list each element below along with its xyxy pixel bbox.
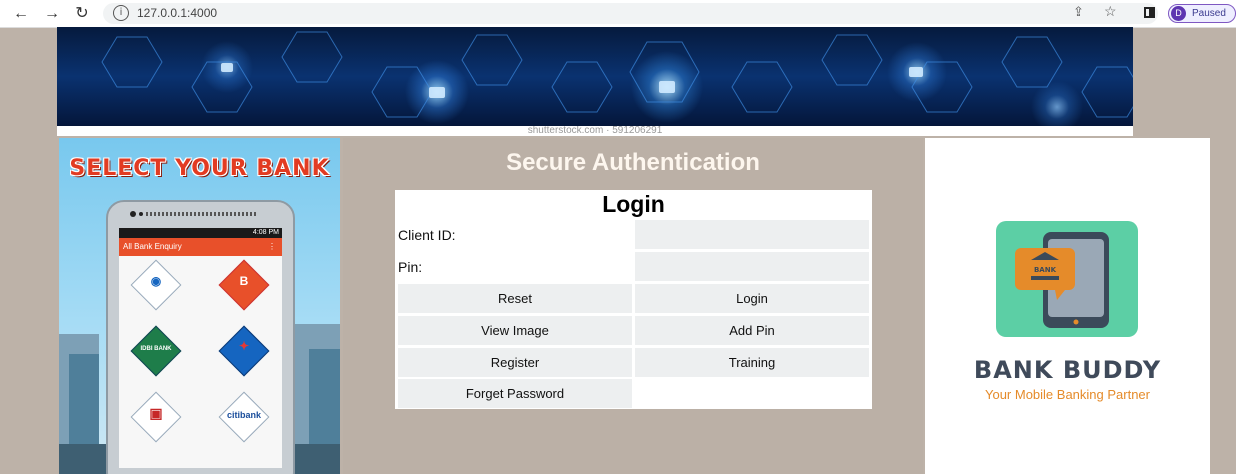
select-bank-promo: SELECT YOUR BANK 4:08 PM All Bank Enquir… [59, 138, 340, 474]
add-pin-button[interactable]: Add Pin [635, 316, 869, 345]
client-id-label: Client ID: [398, 227, 456, 243]
bank-sign-text: BANK [1034, 266, 1057, 274]
phone-status-bar: 4:08 PM [119, 228, 282, 238]
banner-watermark: shutterstock.com · 591206291 [57, 126, 1133, 136]
reset-button[interactable]: Reset [398, 284, 632, 313]
view-image-button[interactable]: View Image [398, 316, 632, 345]
bank-tile-central: ✦ [218, 325, 270, 377]
citibank-logo: citibank [226, 410, 261, 420]
bob-logo-icon: B [239, 274, 249, 288]
page-title: Secure Authentication [506, 149, 760, 176]
auth-section: Secure Authentication Login Client ID: P… [343, 138, 923, 474]
bank-tile-idbi: IDBI BANK [130, 325, 182, 377]
security-banner-image [57, 27, 1133, 126]
select-bank-headline: SELECT YOUR BANK [69, 156, 330, 181]
brand-tagline: Your Mobile Banking Partner [984, 387, 1150, 402]
camera-icon [130, 211, 136, 217]
login-form: Login Client ID: Pin: Reset Login View I… [395, 190, 872, 409]
star-icon[interactable]: ☆ [1104, 3, 1117, 20]
login-title: Login [602, 191, 665, 217]
forget-password-button[interactable]: Forget Password [398, 379, 632, 408]
phone-app-title: All Bank Enquiry [123, 242, 182, 251]
sbi-logo-icon: ◉ [150, 274, 162, 288]
phone-screen: 4:08 PM All Bank Enquiry ⋮ ◉ B IDBI BANK… [119, 228, 282, 468]
back-arrow-icon[interactable]: ← [11, 4, 31, 24]
side-panel-icon[interactable] [1144, 7, 1155, 18]
bank-tile-sbi: ◉ [130, 259, 182, 311]
brand-name: BANK BUDDY [973, 356, 1162, 384]
bank-buddy-promo: BANK BANK BUDDY Your Mobile Banking Part… [925, 138, 1210, 474]
circuit-pattern [101, 31, 1133, 118]
sensor-icon [139, 212, 143, 216]
speaker-grille [146, 212, 256, 216]
share-icon[interactable]: ⇪ [1073, 4, 1084, 20]
register-button[interactable]: Register [398, 348, 632, 377]
bank-tile-citi: citibank [218, 391, 270, 443]
central-bank-logo-icon: ✦ [238, 339, 250, 353]
bank-tile-bob: B [218, 259, 270, 311]
login-button[interactable]: Login [635, 284, 869, 313]
client-id-input[interactable] [635, 220, 869, 249]
browser-toolbar: ← → ↻ i 127.0.0.1:4000 ⇪ ☆ D Paused [0, 0, 1236, 28]
pin-label: Pin: [398, 259, 423, 275]
reload-icon[interactable]: ↻ [72, 4, 92, 24]
phone-mockup: 4:08 PM All Bank Enquiry ⋮ ◉ B IDBI BANK… [106, 200, 295, 474]
training-button[interactable]: Training [635, 348, 869, 377]
bank-buddy-logo-icon: BANK [996, 221, 1138, 337]
url-text[interactable]: 127.0.0.1:4000 [137, 6, 217, 20]
idbi-bank-logo: IDBI BANK [140, 346, 172, 352]
forward-arrow-icon[interactable]: → [42, 4, 62, 24]
info-icon[interactable]: i [113, 5, 129, 21]
bank-tile-hdfc: ▣ [130, 391, 182, 443]
phone-app-bar: All Bank Enquiry ⋮ [119, 238, 282, 256]
pin-input[interactable] [635, 252, 869, 281]
avatar: D [1171, 6, 1186, 21]
profile-button[interactable]: D Paused [1168, 4, 1236, 23]
profile-status: Paused [1192, 8, 1226, 19]
hdfc-logo-icon: ▣ [149, 405, 163, 421]
kebab-menu-icon: ⋮ [268, 242, 276, 251]
address-bar[interactable]: i 127.0.0.1:4000 ⇪ ☆ [103, 3, 1158, 24]
